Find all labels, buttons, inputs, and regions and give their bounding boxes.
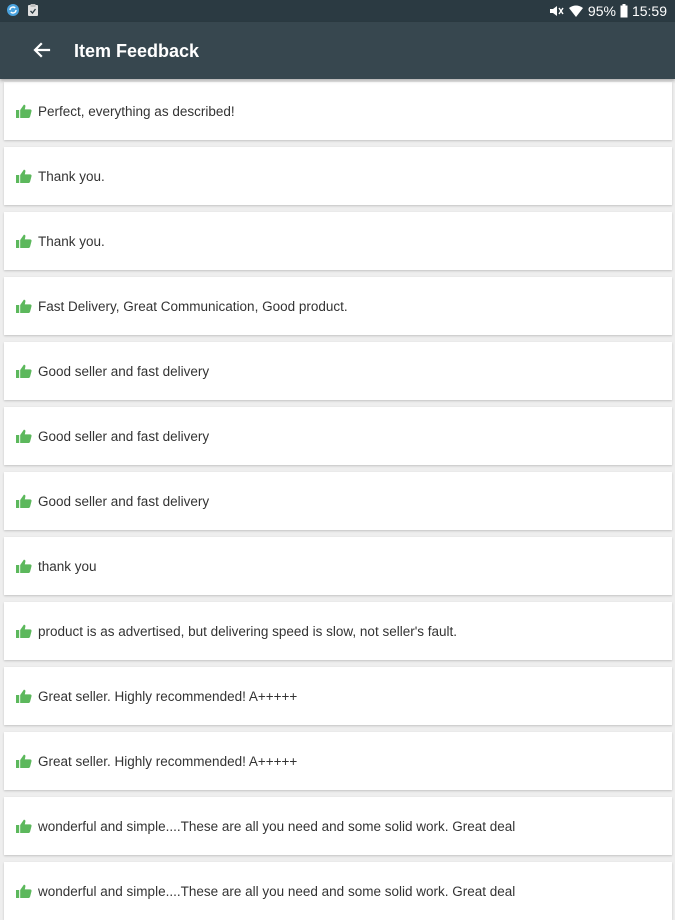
feedback-text: Thank you. bbox=[38, 169, 105, 184]
feedback-text: product is as advertised, but delivering… bbox=[38, 624, 458, 639]
status-right: 95% 15:59 bbox=[548, 3, 667, 19]
thumbs-up-icon bbox=[16, 754, 32, 768]
feedback-item[interactable]: Great seller. Highly recommended! A+++++ bbox=[4, 667, 672, 725]
thumbs-up-icon bbox=[16, 104, 32, 118]
app-bar: Item Feedback bbox=[0, 22, 675, 79]
feedback-text: Good seller and fast delivery bbox=[38, 429, 210, 444]
feedback-text: Great seller. Highly recommended! A+++++ bbox=[38, 689, 298, 704]
feedback-text: Good seller and fast delivery bbox=[38, 364, 210, 379]
thumbs-up-icon bbox=[16, 819, 32, 833]
feedback-item[interactable]: Good seller and fast delivery bbox=[4, 407, 672, 465]
thumbs-up-icon bbox=[16, 169, 32, 183]
thumbs-up-icon bbox=[16, 234, 32, 248]
feedback-text: Fast Delivery, Great Communication, Good… bbox=[38, 299, 348, 314]
thumbs-up-icon bbox=[16, 624, 32, 638]
thumbs-up-icon bbox=[16, 364, 32, 378]
clipboard-icon bbox=[28, 4, 38, 16]
thumbs-up-icon bbox=[16, 494, 32, 508]
feedback-item[interactable]: thank you bbox=[4, 537, 672, 595]
feedback-item[interactable]: Thank you. bbox=[4, 147, 672, 205]
feedback-item[interactable]: Fast Delivery, Great Communication, Good… bbox=[4, 277, 672, 335]
feedback-item[interactable]: wonderful and simple....These are all yo… bbox=[4, 862, 672, 920]
feedback-item[interactable]: Thank you. bbox=[4, 212, 672, 270]
feedback-item[interactable]: product is as advertised, but delivering… bbox=[4, 602, 672, 660]
battery-percent: 95% bbox=[587, 3, 616, 19]
thumbs-up-icon bbox=[16, 299, 32, 313]
mute-icon bbox=[549, 6, 564, 16]
feedback-text: Great seller. Highly recommended! A+++++ bbox=[38, 754, 298, 769]
feedback-text: Thank you. bbox=[38, 234, 105, 249]
page-title: Item Feedback bbox=[74, 41, 200, 61]
wifi-icon bbox=[568, 5, 583, 17]
arrow-back-icon bbox=[33, 42, 51, 58]
feedback-text: thank you bbox=[38, 559, 97, 574]
thumbs-up-icon bbox=[16, 559, 32, 573]
back-button[interactable] bbox=[26, 36, 58, 64]
thumbs-up-icon bbox=[16, 429, 32, 443]
status-left-icons bbox=[6, 3, 40, 17]
feedback-item[interactable]: Great seller. Highly recommended! A+++++ bbox=[4, 732, 672, 790]
feedback-item[interactable]: Good seller and fast delivery bbox=[4, 472, 672, 530]
thumbs-up-icon bbox=[16, 884, 32, 898]
feedback-text: wonderful and simple....These are all yo… bbox=[38, 884, 516, 899]
clock: 15:59 bbox=[631, 3, 667, 19]
feedback-text: Good seller and fast delivery bbox=[38, 494, 210, 509]
feedback-text: Perfect, everything as described! bbox=[38, 104, 235, 119]
feedback-item[interactable]: Perfect, everything as described! bbox=[4, 82, 672, 140]
feedback-item[interactable]: wonderful and simple....These are all yo… bbox=[4, 797, 672, 855]
status-bar: 95% 15:59 bbox=[0, 0, 675, 22]
battery-icon bbox=[620, 4, 628, 18]
feedback-item[interactable]: Good seller and fast delivery bbox=[4, 342, 672, 400]
feedback-text: wonderful and simple....These are all yo… bbox=[38, 819, 516, 834]
thumbs-up-icon bbox=[16, 689, 32, 703]
sync-icon bbox=[7, 4, 19, 16]
